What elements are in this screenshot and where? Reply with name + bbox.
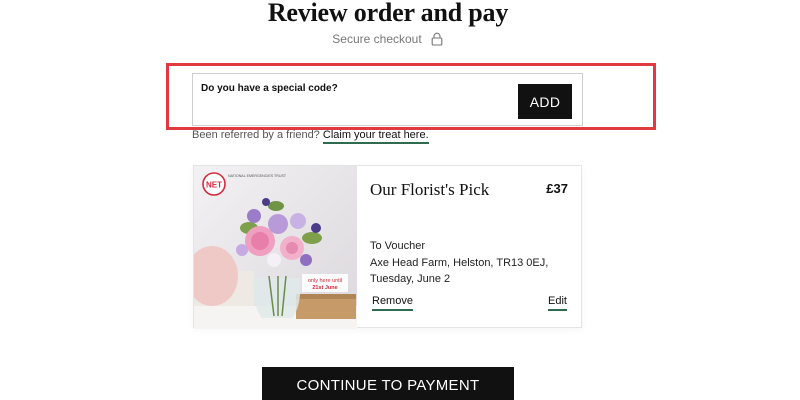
lock-icon: [431, 32, 443, 46]
referral-text: Been referred by a friend?: [192, 129, 320, 141]
referral-row: Been referred by a friend? Claim your tr…: [192, 129, 429, 144]
continue-to-payment-button[interactable]: CONTINUE TO PAYMENT: [262, 367, 514, 400]
add-code-button[interactable]: ADD: [518, 84, 572, 119]
net-badge-text: NATIONAL EMERGENCIES TRUST: [228, 174, 287, 178]
promo-sticker-line1: only here until: [308, 278, 342, 284]
product-image: NET NATIONAL EMERGENCIES TRUST only here…: [194, 166, 357, 329]
promo-sticker-line2: 21st June: [312, 285, 337, 291]
promo-code-label: Do you have a special code?: [201, 83, 338, 94]
product-card: NET NATIONAL EMERGENCIES TRUST only here…: [193, 165, 582, 329]
product-price: £37: [546, 181, 568, 196]
net-badge: NET: [206, 181, 222, 190]
product-name: Our Florist's Pick: [370, 180, 490, 199]
page-title: Review order and pay: [267, 0, 509, 27]
secure-checkout-row: Secure checkout: [0, 32, 776, 46]
edit-link[interactable]: Edit: [548, 295, 567, 311]
secure-checkout-label: Secure checkout: [332, 32, 422, 46]
delivery-details: To Voucher Axe Head Farm, Helston, TR13 …: [370, 238, 548, 288]
promo-code-box[interactable]: Do you have a special code? ADD: [192, 73, 583, 126]
recipient-name: To Voucher: [370, 240, 426, 252]
claim-treat-link[interactable]: Claim your treat here.: [322, 129, 429, 144]
remove-link[interactable]: Remove: [372, 295, 413, 311]
delivery-address: Axe Head Farm, Helston, TR13 0EJ,: [370, 256, 549, 269]
delivery-date: Tuesday, June 2: [370, 273, 451, 285]
bouquet-illustration: NET NATIONAL EMERGENCIES TRUST only here…: [194, 166, 357, 329]
